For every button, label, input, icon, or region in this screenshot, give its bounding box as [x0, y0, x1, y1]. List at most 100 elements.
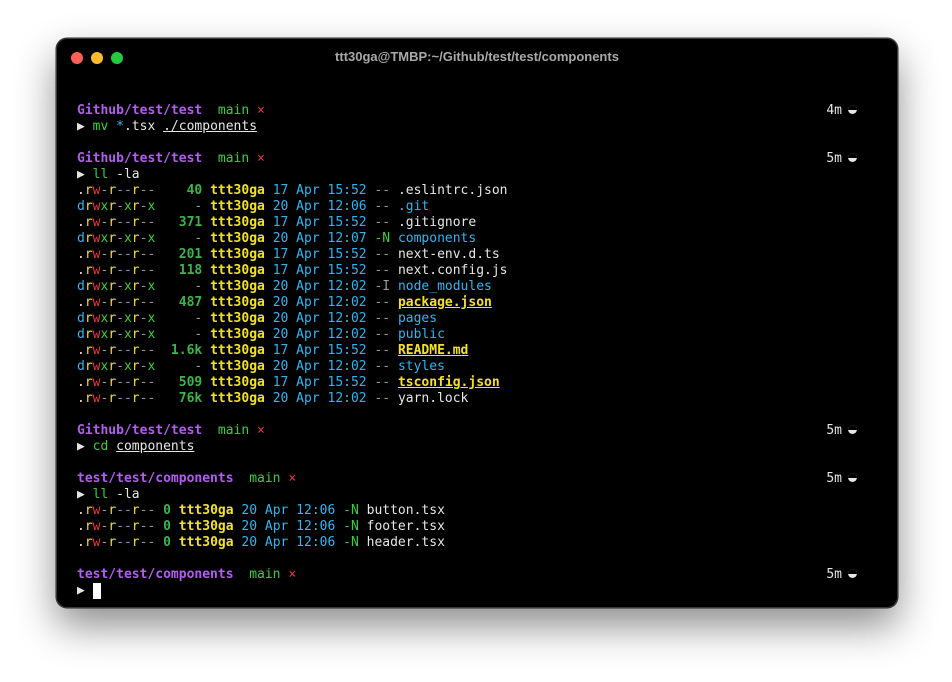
file-type-flag: d: [77, 311, 85, 326]
file-size: 118: [163, 263, 203, 278]
owner: ttt30ga: [210, 375, 265, 390]
file-type-flag: .: [77, 263, 85, 278]
listing-row: .rw-r--r-- 201 ttt30ga 17 Apr 15:52 -- n…: [77, 247, 857, 263]
git-status: --: [374, 247, 391, 262]
modified-date: 17 Apr 15:52: [272, 183, 367, 198]
git-dirty-indicator: ×: [257, 423, 265, 438]
modified-date: 17 Apr 15:52: [272, 247, 367, 262]
file-name: .gitignore: [397, 215, 477, 230]
input-line[interactable]: ▶: [77, 583, 857, 599]
text-cursor[interactable]: [92, 583, 101, 599]
file-type-flag: .: [77, 535, 85, 550]
listing-row: .rw-r--r-- 76k ttt30ga 20 Apr 12:02 -- y…: [77, 391, 857, 407]
moon-icon: [848, 105, 857, 114]
elapsed-time: 5m: [826, 151, 857, 167]
file-name: pages: [397, 311, 438, 326]
permissions: rw-r--r--: [84, 183, 156, 198]
modified-date: 20 Apr 12:02: [272, 295, 367, 310]
git-branch: main: [217, 423, 250, 438]
file-type-flag: d: [77, 199, 85, 214]
file-size: -: [163, 279, 203, 294]
command-line: ▶ cd components: [77, 439, 857, 455]
git-status: -N: [374, 231, 391, 246]
git-status: --: [374, 215, 391, 230]
permissions: rw-r--r--: [84, 519, 156, 534]
file-type-flag: .: [77, 375, 85, 390]
modified-date: 20 Apr 12:07: [272, 231, 367, 246]
prompt-line: Github/test/test main × 5m: [77, 151, 857, 167]
owner: ttt30ga: [210, 247, 265, 262]
file-name: .eslintrc.json: [397, 183, 508, 198]
file-size: 0: [163, 503, 171, 518]
git-status: --: [374, 295, 391, 310]
command-line: ▶ ll -la: [77, 487, 857, 503]
file-size: -: [163, 311, 203, 326]
window-title: ttt30ga@TMBP:~/Github/test/test/componen…: [335, 49, 619, 64]
directory-listing: .rw-r--r-- 0 ttt30ga 20 Apr 12:06 -N but…: [77, 503, 857, 551]
command-name: ll: [92, 487, 109, 502]
file-type-flag: .: [77, 343, 85, 358]
file-type-flag: .: [77, 295, 85, 310]
git-status: -N: [343, 519, 359, 534]
listing-row: .rw-r--r-- 1.6k ttt30ga 17 Apr 15:52 -- …: [77, 343, 857, 359]
owner: ttt30ga: [210, 199, 265, 214]
git-status: -I: [374, 279, 391, 294]
file-name: button.tsx: [366, 503, 445, 518]
listing-row: drwxr-xr-x - ttt30ga 20 Apr 12:02 -I nod…: [77, 279, 857, 295]
prompt-arrow-icon: ▶: [77, 439, 85, 454]
file-name: next-env.d.ts: [397, 247, 500, 262]
owner: ttt30ga: [210, 311, 265, 326]
file-type-flag: .: [77, 503, 85, 518]
permissions: rwxr-xr-x: [84, 199, 156, 214]
git-status: --: [374, 183, 391, 198]
owner: ttt30ga: [210, 231, 265, 246]
permissions: rw-r--r--: [84, 295, 156, 310]
prompt-path: Github/test/test: [77, 151, 203, 166]
owner: ttt30ga: [178, 503, 234, 518]
file-name: package.json: [397, 295, 492, 310]
prompt-arrow-icon: ▶: [77, 167, 85, 182]
listing-row: .rw-r--r-- 0 ttt30ga 20 Apr 12:06 -N but…: [77, 503, 857, 519]
terminal-output[interactable]: Github/test/test main × 4m ▶ mv *.tsx ./c…: [77, 103, 857, 599]
listing-row: drwxr-xr-x - ttt30ga 20 Apr 12:07 -N com…: [77, 231, 857, 247]
file-type-flag: d: [77, 231, 85, 246]
owner: ttt30ga: [178, 535, 234, 550]
prompt-line: Github/test/test main × 5m: [77, 423, 857, 439]
file-name: README.md: [397, 343, 469, 358]
prompt-path: Github/test/test: [77, 103, 203, 118]
git-status: --: [374, 391, 391, 406]
modified-date: 20 Apr 12:02: [272, 391, 367, 406]
title-bar: ttt30ga@TMBP:~/Github/test/test/componen…: [57, 39, 897, 75]
git-status: --: [374, 263, 391, 278]
listing-row: .rw-r--r-- 118 ttt30ga 17 Apr 15:52 -- n…: [77, 263, 857, 279]
modified-date: 17 Apr 15:52: [272, 343, 367, 358]
permissions: rw-r--r--: [84, 391, 156, 406]
permissions: rwxr-xr-x: [84, 327, 156, 342]
command-target: components: [116, 439, 195, 454]
git-branch: main: [249, 471, 281, 486]
command-name: ll: [92, 167, 109, 182]
owner: ttt30ga: [210, 263, 265, 278]
file-name: public: [397, 327, 445, 342]
permissions: rw-r--r--: [84, 503, 156, 518]
command-line: ▶ mv *.tsx ./components: [77, 119, 857, 135]
permissions: rwxr-xr-x: [84, 279, 156, 294]
modified-date: 20 Apr 12:02: [272, 327, 367, 342]
git-status: --: [374, 375, 391, 390]
owner: ttt30ga: [210, 215, 265, 230]
prompt-arrow-icon: ▶: [77, 487, 85, 502]
git-status: -N: [343, 535, 359, 550]
listing-row: drwxr-xr-x - ttt30ga 20 Apr 12:02 -- pag…: [77, 311, 857, 327]
command-flag: -la: [116, 487, 140, 502]
file-name: node_modules: [397, 279, 492, 294]
owner: ttt30ga: [210, 279, 265, 294]
listing-row: .rw-r--r-- 0 ttt30ga 20 Apr 12:06 -N foo…: [77, 519, 857, 535]
terminal-window: ttt30ga@TMBP:~/Github/test/test/componen…: [56, 38, 898, 608]
elapsed-time: 5m: [826, 567, 857, 583]
file-name: footer.tsx: [366, 519, 445, 534]
moon-icon: [848, 153, 857, 162]
git-dirty-indicator: ×: [257, 151, 265, 166]
prompt-path: test/test/components: [77, 567, 234, 582]
elapsed-time: 5m: [826, 423, 857, 439]
file-type-flag: .: [77, 183, 85, 198]
